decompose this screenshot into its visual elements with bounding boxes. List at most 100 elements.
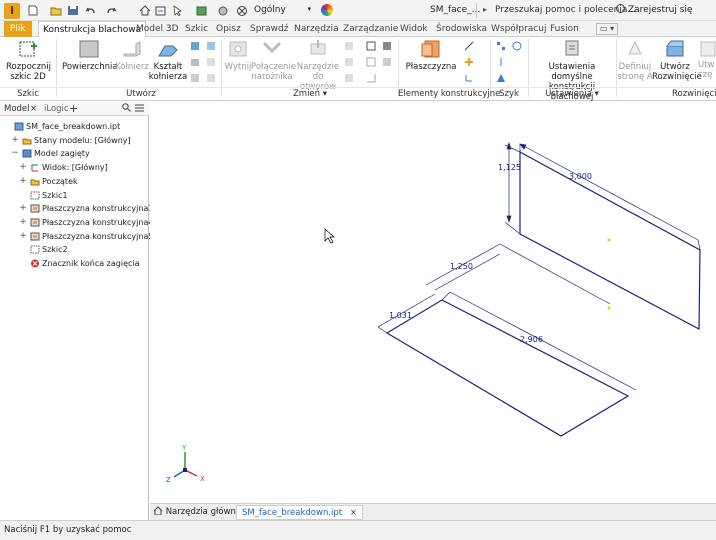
tree-item[interactable]: + Płaszczyzna konstrukcyjna5 (19, 230, 153, 243)
tab-tools[interactable]: Narzędzia (294, 21, 339, 37)
mirror-icon[interactable] (496, 57, 506, 67)
user-icon (616, 4, 625, 13)
tree-item[interactable]: + Stany modelu: [Główny] (11, 134, 146, 147)
dim-label-3000: 3,000 (569, 172, 592, 181)
work-axis-icon[interactable] (464, 41, 474, 51)
hem-icon[interactable] (190, 73, 200, 83)
expand-toggle-icon[interactable]: + (19, 175, 27, 188)
split-icon[interactable] (366, 73, 376, 83)
flange-icon (123, 41, 141, 57)
dim-1125-lines (504, 143, 521, 235)
update-icon[interactable] (155, 5, 167, 16)
tree-item[interactable]: + Widok: [Główny] (19, 161, 146, 174)
corner-round-icon[interactable] (344, 41, 354, 51)
tab-3d-model[interactable]: Model 3D (136, 21, 179, 37)
tree-item[interactable]: + Płaszczyzna konstrukcyjna4 (19, 216, 153, 229)
lofted-flange-icon[interactable] (190, 57, 200, 67)
tree-item[interactable]: + Początek (19, 175, 146, 188)
tab-fusion[interactable]: Fusion (550, 21, 579, 37)
expand-toggle-icon[interactable]: + (19, 202, 27, 215)
expand-toggle-icon[interactable]: − (11, 147, 19, 160)
panel-setup-label[interactable]: Ustawienia ▾ (528, 88, 616, 100)
tree-item[interactable]: Znacznik końca zagięcia (19, 257, 146, 270)
new-file-icon[interactable] (27, 5, 39, 16)
tree-item[interactable]: + Płaszczyzna konstrukcyjna1 (19, 202, 153, 215)
tab-overflow-button[interactable]: ▭ ▾ (596, 23, 619, 35)
ucs-icon[interactable] (464, 73, 474, 83)
define-a-side-button[interactable]: Definiuj stronę A (616, 38, 654, 82)
title-bar: I Ogólny ▾ SM_face_... ▸ Przeszukaj pomoc… (0, 0, 716, 21)
expand-toggle-icon[interactable]: + (11, 134, 19, 147)
punch-tool-button[interactable]: Narzędzie do otworów (295, 38, 341, 92)
create-part-button[interactable]: Utw czę (698, 38, 716, 80)
app-logo[interactable]: I (4, 3, 20, 19)
contour-roll-icon[interactable] (190, 41, 200, 51)
tab-model[interactable]: Model (4, 102, 30, 116)
appearance-icon[interactable] (217, 5, 229, 16)
corner-seam-button[interactable]: Połączenie narożnika (251, 38, 296, 82)
hamburger-menu-icon[interactable] (135, 102, 144, 116)
create-flat-pattern-button[interactable]: Utwórz Rozwinięcie (652, 38, 702, 82)
close-tab-icon[interactable]: × (30, 102, 37, 116)
direct-edit-icon[interactable] (382, 57, 392, 67)
tab-collaborate[interactable]: Współpracuj (491, 21, 546, 37)
material-icon[interactable] (196, 5, 208, 16)
contour-flange-button[interactable]: Kształt kołnierza (148, 38, 188, 82)
corner-chamfer-icon[interactable] (344, 57, 354, 67)
tab-inspect[interactable]: Sprawdź (250, 21, 288, 37)
graphics-viewport[interactable]: 1,125 3,000 1,250 1,031 2,906 Y X Z (150, 102, 716, 503)
start-sketch-button[interactable]: Rozpocznij szkic 2D (6, 38, 51, 82)
tab-file[interactable]: Plik (4, 21, 32, 37)
select-icon[interactable] (172, 5, 184, 16)
folder-icon (30, 177, 40, 186)
close-document-icon[interactable]: × (350, 508, 357, 518)
appearance-dropdown[interactable]: Ogólny ▾ (249, 4, 313, 17)
tab-annotate[interactable]: Opisz (216, 21, 241, 37)
status-bar: Naciśnij F1 by uzyskać pomoc (0, 520, 716, 540)
panel-sketch-label: Szkic (17, 89, 39, 99)
signin-button[interactable]: Zarejestruj się (616, 0, 692, 20)
undo-icon[interactable] (84, 5, 96, 16)
redo-icon[interactable] (106, 5, 118, 16)
thicken-icon[interactable] (344, 73, 354, 83)
axis-z-label: Z (166, 476, 171, 484)
tab-ilogic[interactable]: iLogic (44, 102, 69, 116)
open-folder-icon[interactable] (50, 5, 62, 16)
add-tab-icon[interactable]: + (69, 102, 78, 116)
tab-sheet-metal[interactable]: Konstrukcja blachowa (38, 21, 147, 38)
pattern-icon[interactable] (496, 73, 506, 83)
tab-sketch[interactable]: Szkic (185, 21, 208, 37)
work-plane-button[interactable]: Płaszczyzna (404, 38, 458, 72)
refold-icon[interactable] (366, 57, 376, 67)
tree-item[interactable]: Szkic1 (19, 189, 146, 202)
tree-item[interactable]: Szkic2 (19, 243, 146, 256)
face-button[interactable]: Powierzchnia (62, 38, 118, 72)
tree-item[interactable]: − Model zagięty (11, 147, 146, 160)
expand-toggle-icon[interactable]: + (19, 161, 27, 174)
work-point-icon[interactable] (464, 57, 474, 67)
save-icon[interactable] (67, 5, 79, 16)
delete-face-icon[interactable] (382, 41, 392, 51)
tab-manage[interactable]: Zarządzanie (343, 21, 398, 37)
circular-pattern-icon[interactable] (512, 41, 522, 51)
rip-icon[interactable] (206, 57, 216, 67)
tab-view[interactable]: Widok (400, 21, 428, 37)
bend-icon[interactable] (206, 73, 216, 83)
tree-item[interactable]: SM_face_breakdown.ipt (3, 120, 146, 133)
flange-button[interactable]: Kołnierz (114, 38, 150, 72)
unfold-icon[interactable] (366, 41, 376, 51)
home-icon[interactable] (139, 5, 151, 16)
search-icon[interactable] (122, 102, 131, 116)
clear-override-icon[interactable] (236, 5, 248, 16)
cut-button[interactable]: Wytnij (223, 38, 253, 72)
panel-modify-label[interactable]: Zmień ▾ (222, 88, 398, 100)
fold-icon[interactable] (206, 41, 216, 51)
home-tab[interactable]: Narzędzia główne (153, 505, 241, 520)
document-tab[interactable]: SM_face_breakdown.ipt × (236, 505, 363, 520)
tab-environments[interactable]: Środowiska (436, 21, 487, 37)
expand-toggle-icon[interactable]: + (19, 230, 27, 243)
rectangular-pattern-icon[interactable] (496, 41, 506, 51)
help-search-input[interactable]: ▸ Przeszukaj pomoc i polecenia... (476, 3, 636, 18)
color-wheel-icon[interactable] (321, 4, 333, 16)
expand-toggle-icon[interactable]: + (19, 216, 27, 229)
